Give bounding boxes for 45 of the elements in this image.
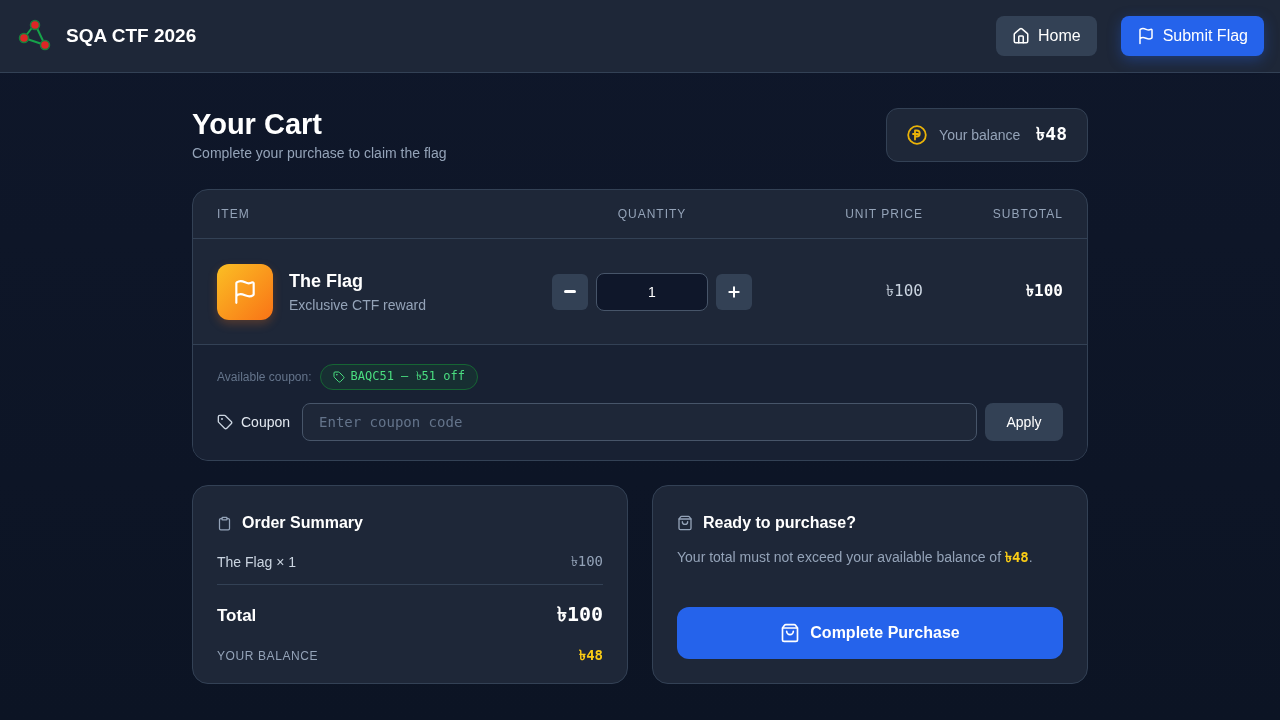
balance-amount: ৳48 bbox=[579, 646, 603, 665]
total-label: Total bbox=[217, 605, 257, 626]
line-amount: ৳100 bbox=[570, 552, 603, 571]
flag-icon bbox=[1136, 27, 1155, 45]
column-header: QUANTITY bbox=[616, 207, 688, 221]
page-subtitle: Complete your purchase to claim the flag bbox=[192, 145, 447, 161]
minus-icon bbox=[564, 290, 576, 293]
tag-icon bbox=[217, 414, 233, 430]
page-title: Your Cart bbox=[192, 107, 323, 141]
unit-price: ৳100 bbox=[886, 280, 923, 302]
coin-icon bbox=[907, 125, 928, 145]
coupon-label: Coupon bbox=[241, 414, 291, 430]
coupon-field[interactable]: Enter coupon code bbox=[302, 403, 977, 441]
item-description: Exclusive CTF reward bbox=[289, 296, 426, 313]
balance-amount: ৳48 bbox=[1036, 121, 1067, 146]
card-title: Ready to purchase? bbox=[703, 514, 856, 532]
balance-label: YOUR BALANCE bbox=[217, 649, 319, 663]
card-title: Order Summary bbox=[242, 514, 363, 532]
decrease-button[interactable] bbox=[552, 273, 588, 310]
tag-icon bbox=[332, 371, 345, 383]
clipboard-icon bbox=[217, 515, 232, 531]
balance-label: Your balance bbox=[939, 127, 1021, 143]
network-logo-icon bbox=[18, 19, 52, 53]
coupon-chip[interactable]: BAQC51 — ৳51 off bbox=[319, 364, 478, 390]
quantity-field[interactable]: 1 bbox=[596, 272, 708, 311]
column-header: SUBTOTAL bbox=[991, 207, 1063, 221]
submit-button[interactable]: Submit Flag bbox=[1120, 16, 1264, 56]
home-icon bbox=[1011, 27, 1030, 45]
increase-button[interactable] bbox=[716, 273, 752, 310]
nav-button[interactable]: Home bbox=[995, 16, 1097, 56]
subtotal-price: ৳100 bbox=[1026, 280, 1063, 302]
coupon-hint-label: Available coupon: bbox=[217, 370, 312, 384]
column-header: ITEM bbox=[217, 207, 251, 221]
plus-icon bbox=[726, 283, 742, 300]
column-header: UNIT PRICE bbox=[844, 207, 923, 221]
purchase-button[interactable]: Complete Purchase bbox=[677, 607, 1063, 659]
balance-note: Your total must not exceed your available balance of ৳48. bbox=[677, 548, 1034, 567]
item-name: The Flag bbox=[289, 270, 364, 292]
flag-tile-icon bbox=[217, 263, 273, 320]
shopping-bag-icon bbox=[780, 623, 801, 643]
line-label: The Flag × 1 bbox=[217, 554, 296, 570]
shopping-bag-icon bbox=[677, 515, 693, 531]
apply-button[interactable]: Apply bbox=[985, 403, 1063, 441]
site-title: SQA CTF 2026 bbox=[66, 25, 197, 47]
total-amount: ৳100 bbox=[556, 601, 603, 628]
